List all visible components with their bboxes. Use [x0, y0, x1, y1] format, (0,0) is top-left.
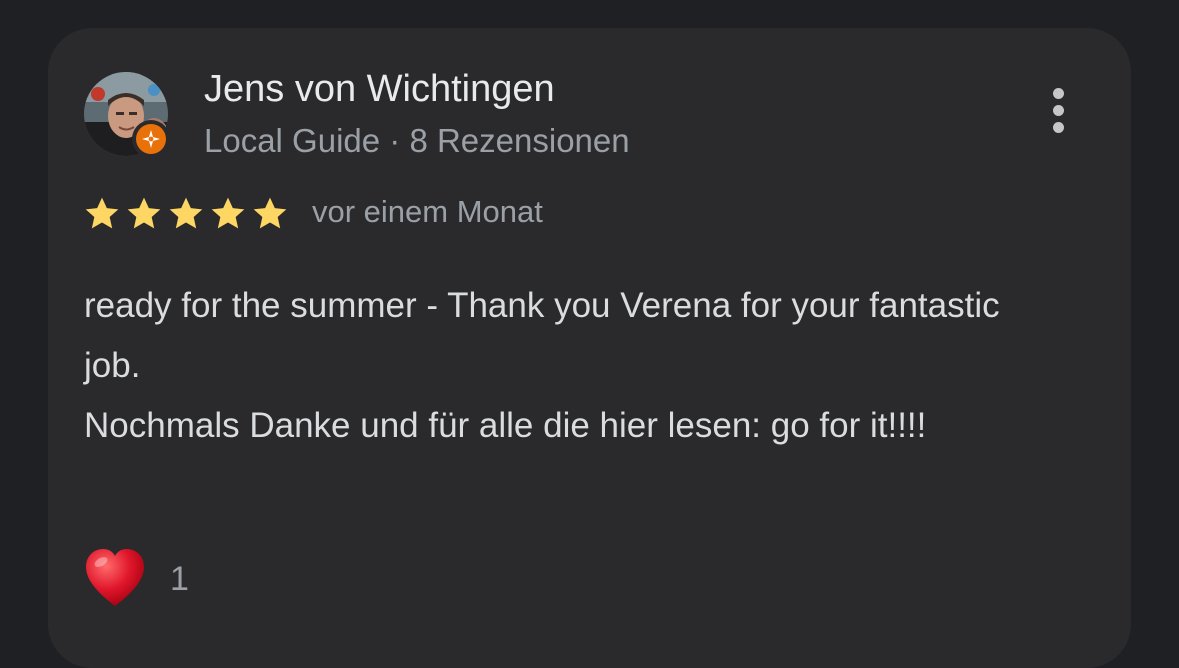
star-icon	[169, 197, 203, 229]
star-rating	[82, 194, 290, 234]
review-paragraph: ready for the summer - Thank you Verena …	[84, 286, 1000, 385]
reaction-count: 1	[170, 560, 189, 598]
star-icon	[253, 197, 287, 229]
review-card: Jens von Wichtingen Local Guide · 8 Reze…	[48, 28, 1131, 668]
reviewer-name[interactable]: Jens von Wichtingen	[204, 68, 555, 111]
review-time: vor einem Monat	[312, 194, 543, 229]
review-paragraph: Nochmals Danke und für alle die hier les…	[84, 406, 927, 445]
star-icon	[211, 197, 245, 229]
heart-icon[interactable]	[82, 546, 148, 610]
star-icon	[85, 197, 119, 229]
star-icon	[127, 197, 161, 229]
local-guide-badge-icon	[132, 120, 170, 158]
reviewer-meta: Local Guide · 8 Rezensionen	[204, 122, 630, 159]
review-text: ready for the summer - Thank you Verena …	[84, 276, 1044, 456]
more-options-icon[interactable]	[1044, 80, 1074, 140]
